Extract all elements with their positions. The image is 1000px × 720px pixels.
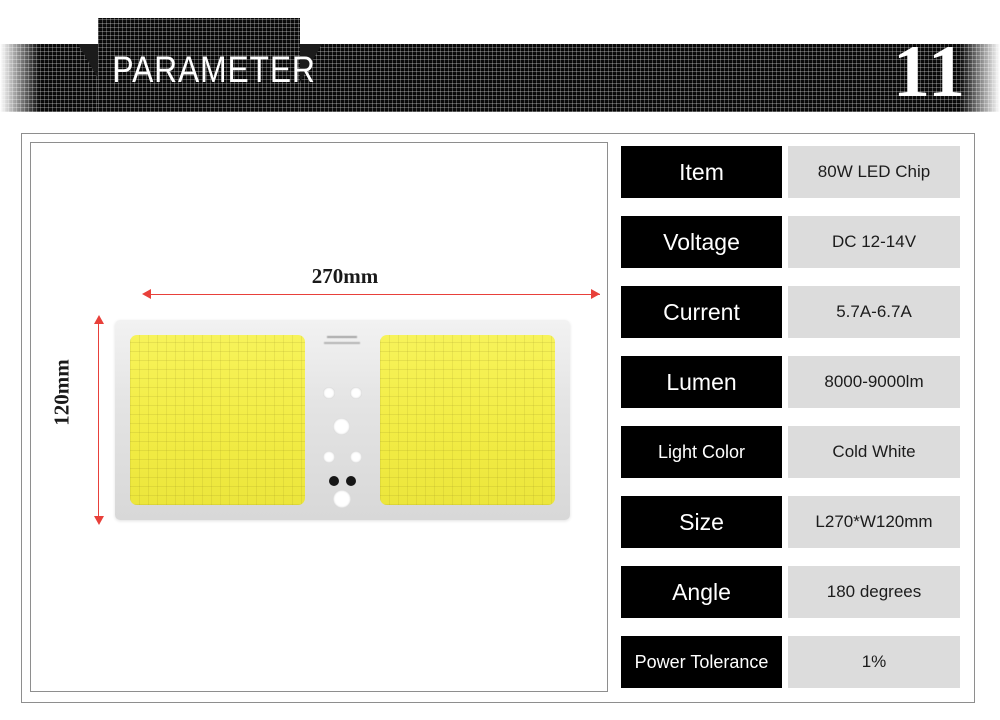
spec-label-cell: Angle	[621, 566, 782, 618]
header-banner-fade-left	[0, 44, 40, 112]
spec-value-cell: Cold White	[788, 426, 960, 478]
product-photo-area: 270mm 120mm	[30, 142, 608, 692]
spec-label-cell: Voltage	[621, 216, 782, 268]
spec-value-cell: 180 degrees	[788, 566, 960, 618]
table-row: Item 80W LED Chip	[621, 146, 960, 198]
cob-emitter-right	[380, 335, 555, 505]
spec-value-cell: 80W LED Chip	[788, 146, 960, 198]
width-dimension-label: 270mm	[311, 264, 379, 288]
table-row: Power Tolerance 1%	[621, 636, 960, 688]
spec-value-cell: 5.7A-6.7A	[788, 286, 960, 338]
height-dimension-line	[98, 318, 99, 522]
spec-label-cell: Lumen	[621, 356, 782, 408]
solder-pad-right	[346, 476, 356, 486]
table-row: Light Color Cold White	[621, 426, 960, 478]
cob-emitter-left	[130, 335, 305, 505]
table-row: Angle 180 degrees	[621, 566, 960, 618]
mounting-hole-bottom-right	[350, 451, 362, 463]
page-title: PARAMETER	[112, 49, 316, 90]
spec-label-cell: Light Color	[621, 426, 782, 478]
table-row: Voltage DC 12-14V	[621, 216, 960, 268]
height-arrow-top-icon	[94, 315, 104, 324]
panel-center-strip	[305, 320, 380, 520]
solder-pad-left	[329, 476, 339, 486]
table-row: Lumen 8000-9000lm	[621, 356, 960, 408]
led-panel-product-image	[115, 320, 570, 520]
height-dimension-label: 120mm	[49, 359, 74, 426]
table-row: Size L270*W120mm	[621, 496, 960, 548]
spec-value-cell: 8000-9000lm	[788, 356, 960, 408]
width-arrow-right-icon	[591, 289, 600, 299]
chip-marking-text	[319, 334, 365, 347]
mounting-hole-bottom	[333, 490, 351, 508]
width-arrow-left-icon	[142, 289, 151, 299]
mounting-hole-bottom-left	[323, 451, 335, 463]
width-dimension-line	[145, 294, 600, 295]
mounting-hole-top-right	[350, 387, 362, 399]
mounting-hole-center	[333, 418, 350, 435]
height-arrow-bottom-icon	[94, 516, 104, 525]
spec-label-cell: Power Tolerance	[621, 636, 782, 688]
page-header: PARAMETER 11	[0, 0, 1000, 125]
spec-value-cell: 1%	[788, 636, 960, 688]
mounting-hole-top-left	[323, 387, 335, 399]
spec-value-cell: L270*W120mm	[788, 496, 960, 548]
spec-label-cell: Item	[621, 146, 782, 198]
table-row: Current 5.7A-6.7A	[621, 286, 960, 338]
spec-label-cell: Size	[621, 496, 782, 548]
spec-value-cell: DC 12-14V	[788, 216, 960, 268]
page-number: 11	[893, 31, 967, 113]
spec-label-cell: Current	[621, 286, 782, 338]
specification-table: Item 80W LED Chip Voltage DC 12-14V Current 5…	[621, 146, 960, 706]
